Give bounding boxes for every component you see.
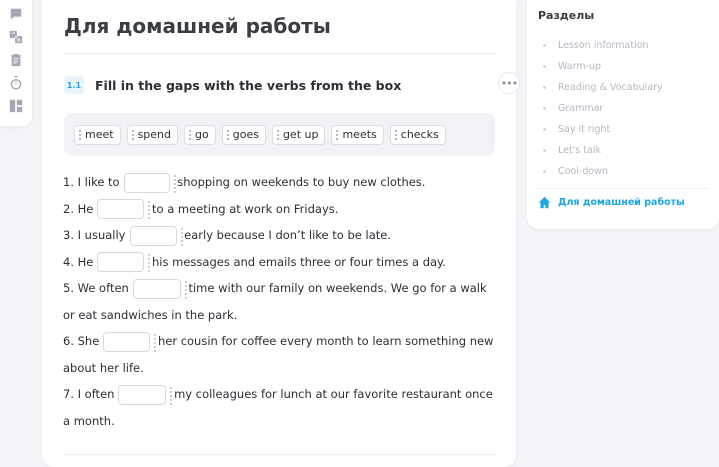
bottom-divider <box>64 454 496 455</box>
drag-handle-icon <box>131 129 135 140</box>
exercise-title: Fill in the gaps with the verbs from the… <box>95 77 402 93</box>
bullet-icon <box>543 65 546 68</box>
exercise-header: 1.1 Fill in the gaps with the verbs from… <box>64 76 401 94</box>
sidebar-item-lets-talk[interactable]: Let's talk <box>543 140 663 161</box>
sidebar-item-reading-vocabulary[interactable]: Reading & Vocabulary <box>543 77 663 98</box>
more-options-button[interactable]: ••• <box>498 72 520 94</box>
drag-handle-icon <box>336 129 339 140</box>
bullet-icon <box>543 128 546 131</box>
left-toolbar <box>0 0 32 126</box>
sidebar-list: Lesson information Warm-up Reading & Voc… <box>543 35 663 182</box>
timer-icon[interactable] <box>7 74 25 92</box>
answer-drop-zone[interactable] <box>129 225 183 246</box>
word-chip[interactable]: meets <box>331 124 384 145</box>
sentence: 5. We often time with our family on week… <box>63 275 495 328</box>
word-chip[interactable]: checks <box>389 124 446 145</box>
answer-drop-zone[interactable] <box>97 252 151 272</box>
word-chip[interactable]: goes <box>221 124 266 145</box>
answer-drop-zone[interactable] <box>123 172 176 193</box>
sidebar-item-grammar[interactable]: Grammar <box>543 98 663 119</box>
sidebar-item-cool-down[interactable]: Cool-down <box>543 161 663 182</box>
sentence: 4. He his messages and emails three or f… <box>63 249 495 276</box>
word-box: meet spend go goes get up meets checks <box>64 113 495 156</box>
bullet-icon <box>543 170 546 173</box>
sidebar-item-say-it-right[interactable]: Say it right <box>543 119 663 140</box>
clipboard-icon[interactable] <box>7 51 25 69</box>
drag-handle-icon <box>226 129 230 140</box>
title-divider <box>64 53 496 54</box>
answer-drop-zone[interactable] <box>132 278 187 299</box>
app-page: Для домашней работы 1.1 Fill in the gaps… <box>0 0 719 467</box>
sentence: 6. She her cousin for coffee every month… <box>63 328 495 381</box>
answer-drop-zone[interactable] <box>118 384 173 405</box>
homework-card: Для домашней работы 1.1 Fill in the gaps… <box>42 0 520 467</box>
sentence: 7. I often my colleagues for lunch at ou… <box>63 381 495 434</box>
exercise-number: 1.1 <box>64 76 84 94</box>
sidebar-title: Разделы <box>538 9 595 22</box>
drag-handle-icon <box>276 129 280 140</box>
sidebar-item-lesson-information[interactable]: Lesson information <box>543 35 663 56</box>
bullet-icon <box>543 149 546 152</box>
sidebar-item-homework[interactable]: Для домашней работы <box>538 196 685 209</box>
drag-handle-icon <box>394 129 398 140</box>
word-chip[interactable]: get up <box>271 124 326 145</box>
sentence: 1. I like to shopping on weekends to buy… <box>63 169 495 196</box>
word-chip[interactable]: spend <box>126 124 179 145</box>
bullet-icon <box>543 44 546 47</box>
drag-handle-icon <box>189 129 192 140</box>
word-chip[interactable]: meet <box>74 124 121 145</box>
translate-icon[interactable] <box>7 28 25 46</box>
bullet-icon <box>543 86 546 89</box>
sections-sidebar: Разделы Lesson information Warm-up Readi… <box>527 0 719 229</box>
sentence: 2. He to a meeting at work on Fridays. <box>63 196 495 223</box>
sentence: 3. I usually early because I don’t like … <box>63 222 495 249</box>
word-chip[interactable]: go <box>184 124 216 145</box>
sidebar-divider <box>538 188 709 189</box>
chat-icon[interactable] <box>7 5 25 23</box>
sidebar-item-warm-up[interactable]: Warm-up <box>543 56 663 77</box>
bullet-icon <box>543 107 546 110</box>
layout-icon[interactable] <box>7 97 25 115</box>
answer-drop-zone[interactable] <box>103 331 157 352</box>
drag-handle-icon <box>79 129 82 140</box>
answer-drop-zone[interactable] <box>97 199 151 219</box>
page-title: Для домашней работы <box>64 14 331 38</box>
sentence-list: 1. I like to shopping on weekends to buy… <box>63 169 495 434</box>
home-icon <box>538 196 551 209</box>
